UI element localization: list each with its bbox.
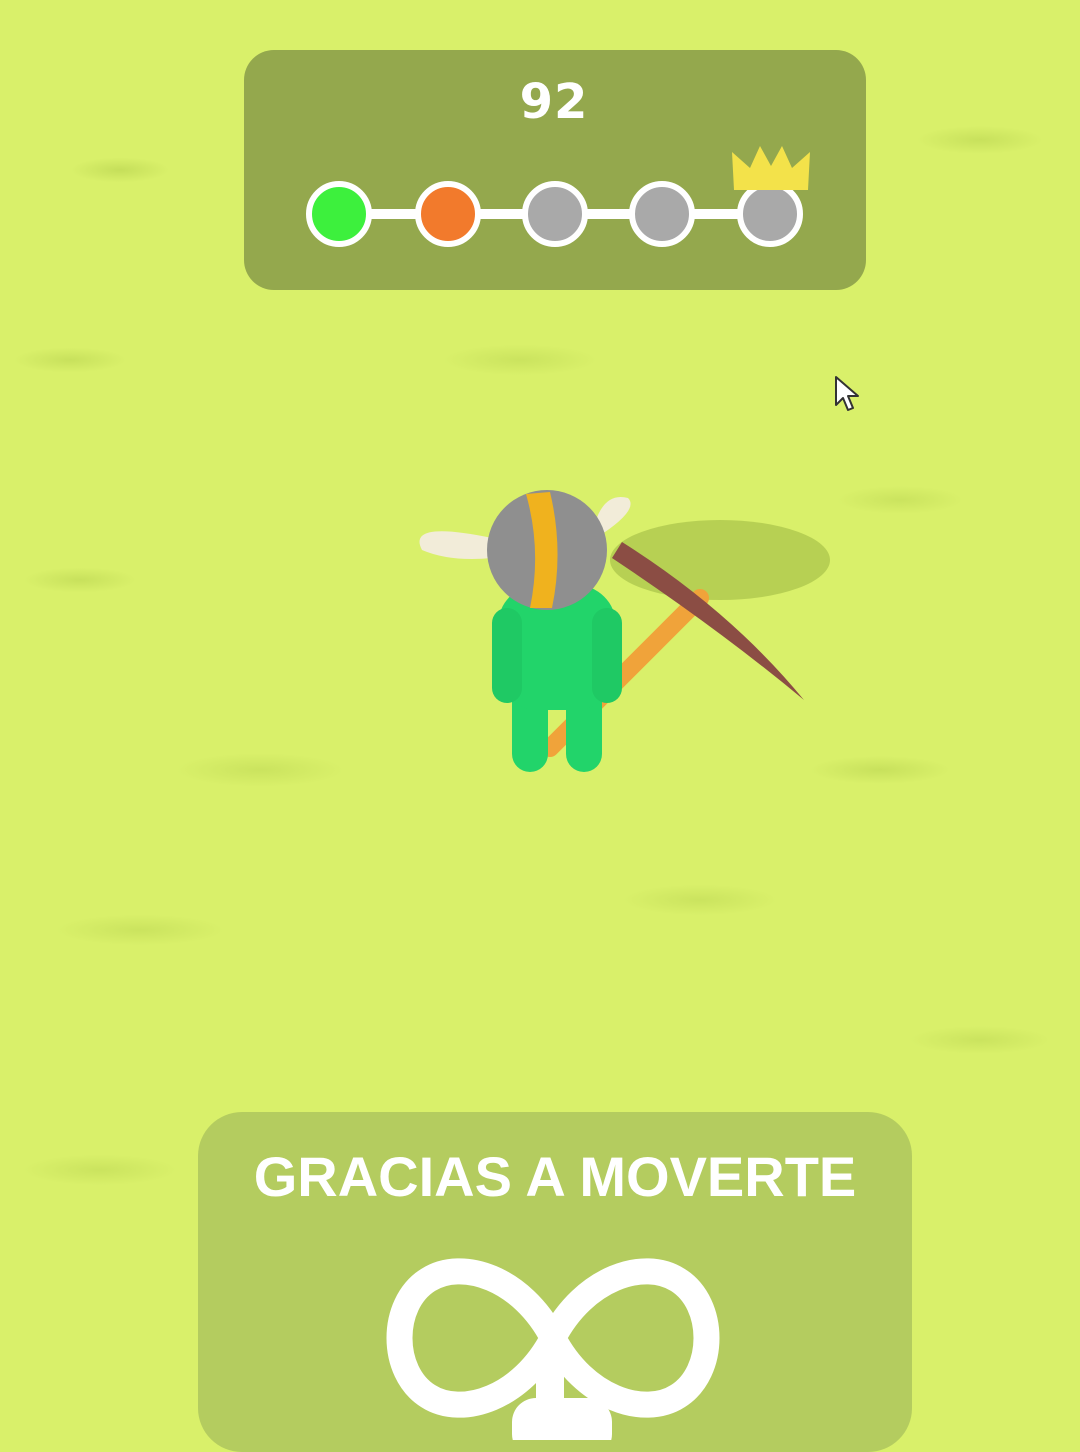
stage-node-1	[306, 181, 372, 247]
stage-node-3	[522, 181, 588, 247]
viking-helmet-icon	[419, 490, 631, 610]
tutorial-hint-text: GRACIAS A MOVERTE	[253, 1145, 857, 1208]
crown-icon	[732, 146, 810, 190]
stage-progress	[0, 0, 1080, 300]
mouse-cursor-icon	[835, 376, 859, 411]
infinity-swipe-icon	[386, 1258, 720, 1440]
stage-node-2	[415, 181, 481, 247]
stage-node-4	[629, 181, 695, 247]
player-character[interactable]	[400, 480, 840, 800]
